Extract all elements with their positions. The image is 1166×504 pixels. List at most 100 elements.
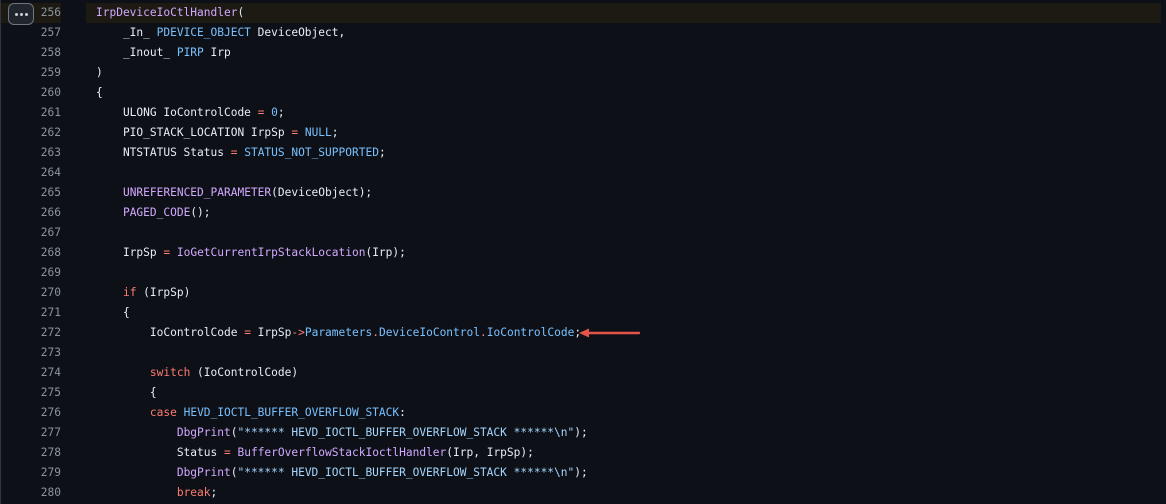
code-line: 271 { [1, 303, 1166, 323]
code-token: ) [96, 66, 103, 79]
code-token: (DeviceObject); [271, 186, 373, 199]
code-line: 269 [1, 263, 1166, 283]
code-text: IrpDeviceIoCtlHandler( [86, 3, 1161, 23]
code-token: (IoControlCode) [190, 366, 299, 379]
code-line: 259) [1, 63, 1166, 83]
line-number[interactable]: 272 [1, 323, 61, 343]
line-number[interactable]: 269 [1, 263, 61, 283]
code-token: IrpSp [96, 246, 164, 259]
code-line: 257 _In_ PDEVICE_OBJECT DeviceObject, [1, 23, 1166, 43]
code-token: { [96, 86, 103, 99]
line-number[interactable]: 280 [1, 483, 61, 503]
code-text: case HEVD_IOCTL_BUFFER_OVERFLOW_STACK: [86, 403, 1161, 423]
code-token: DeviceIoControl [378, 326, 480, 339]
code-text: UNREFERENCED_PARAMETER(DeviceObject); [86, 183, 1161, 203]
line-options-button[interactable] [8, 3, 34, 25]
code-line: 276 case HEVD_IOCTL_BUFFER_OVERFLOW_STAC… [1, 403, 1166, 423]
line-number[interactable]: 273 [1, 343, 61, 363]
code-text: { [86, 83, 1161, 103]
code-line: 277 DbgPrint("****** HEVD_IOCTL_BUFFER_O… [1, 423, 1166, 443]
code-line: 256 IrpDeviceIoCtlHandler( [1, 3, 1166, 23]
line-number[interactable]: 260 [1, 83, 61, 103]
code-token: (IrpSp) [136, 286, 191, 299]
code-text: ) [86, 63, 1161, 83]
code-token: PDEVICE_OBJECT [156, 26, 251, 39]
code-token: { [96, 386, 157, 399]
code-line: 275 { [1, 383, 1166, 403]
code-line: 265 UNREFERENCED_PARAMETER(DeviceObject)… [1, 183, 1166, 203]
code-token: = [223, 446, 231, 459]
kebab-dot [24, 12, 28, 16]
code-token: . [372, 326, 379, 339]
code-token: PAGED_CODE [122, 206, 191, 219]
line-number[interactable]: 279 [1, 463, 61, 483]
line-number[interactable]: 261 [1, 103, 61, 123]
code-token: NULL [304, 126, 332, 139]
code-token: (Irp, IrpSp); [446, 446, 534, 459]
code-token: Parameters [304, 326, 373, 339]
line-number[interactable]: 258 [1, 43, 61, 63]
code-token: 0 [271, 106, 278, 119]
code-text: { [86, 303, 1161, 323]
line-number[interactable]: 275 [1, 383, 61, 403]
code-token: DeviceObject, [250, 26, 346, 39]
code-line: 273 [1, 343, 1166, 363]
code-token: (Irp); [365, 246, 406, 259]
code-line: 274 switch (IoControlCode) [1, 363, 1166, 383]
code-text: NTSTATUS Status = STATUS_NOT_SUPPORTED; [86, 143, 1161, 163]
code-line: 268 IrpSp = IoGetCurrentIrpStackLocation… [1, 243, 1166, 263]
code-token: HEVD_IOCTL_BUFFER_OVERFLOW_STACK [183, 406, 400, 419]
code-token: ( [237, 6, 245, 19]
line-number[interactable]: 274 [1, 363, 61, 383]
code-token: break [176, 486, 211, 499]
code-token: IrpDeviceIoCtlHandler [96, 6, 238, 19]
annotation-arrow-icon [579, 328, 641, 338]
code-token: ); [574, 466, 588, 479]
line-number[interactable]: 265 [1, 183, 61, 203]
code-line: 267 [1, 223, 1166, 243]
code-token: ; [210, 486, 218, 499]
line-number[interactable]: 271 [1, 303, 61, 323]
line-number[interactable]: 277 [1, 423, 61, 443]
code-text: DbgPrint("****** HEVD_IOCTL_BUFFER_OVERF… [86, 423, 1161, 443]
code-token: IrpSp [250, 326, 292, 339]
line-number[interactable]: 276 [1, 403, 61, 423]
code-line: 280 break; [1, 483, 1166, 503]
code-text: _Inout_ PIRP Irp [86, 43, 1161, 63]
code-token: case [149, 406, 177, 419]
line-number[interactable]: 267 [1, 223, 61, 243]
code-text: switch (IoControlCode) [86, 363, 1161, 383]
code-token: ULONG IoControlCode [96, 106, 258, 119]
code-token: "****** HEVD_IOCTL_BUFFER_OVERFLOW_STACK… [237, 466, 575, 479]
line-number[interactable]: 278 [1, 443, 61, 463]
code-token: IoControlCode [486, 326, 575, 339]
line-number[interactable]: 270 [1, 283, 61, 303]
line-number[interactable]: 262 [1, 123, 61, 143]
kebab-horizontal-icon [14, 12, 18, 16]
code-line: 261 ULONG IoControlCode = 0; [1, 103, 1166, 123]
code-text: ULONG IoControlCode = 0; [86, 103, 1161, 123]
code-token: -> [291, 326, 305, 339]
code-token: if [122, 286, 137, 299]
code-token: PIO_STACK_LOCATION IrpSp [96, 126, 292, 139]
line-number[interactable]: 268 [1, 243, 61, 263]
line-number[interactable]: 264 [1, 163, 61, 183]
code-token: IoControlCode [96, 326, 245, 339]
line-number[interactable]: 257 [1, 23, 61, 43]
code-token: STATUS_NOT_SUPPORTED [244, 146, 379, 159]
code-token: Irp [203, 46, 231, 59]
line-number[interactable]: 266 [1, 203, 61, 223]
code-token: ); [574, 426, 588, 439]
code-line: 266 PAGED_CODE(); [1, 203, 1166, 223]
line-number[interactable]: 263 [1, 143, 61, 163]
code-line: 279 DbgPrint("****** HEVD_IOCTL_BUFFER_O… [1, 463, 1166, 483]
line-number[interactable]: 259 [1, 63, 61, 83]
